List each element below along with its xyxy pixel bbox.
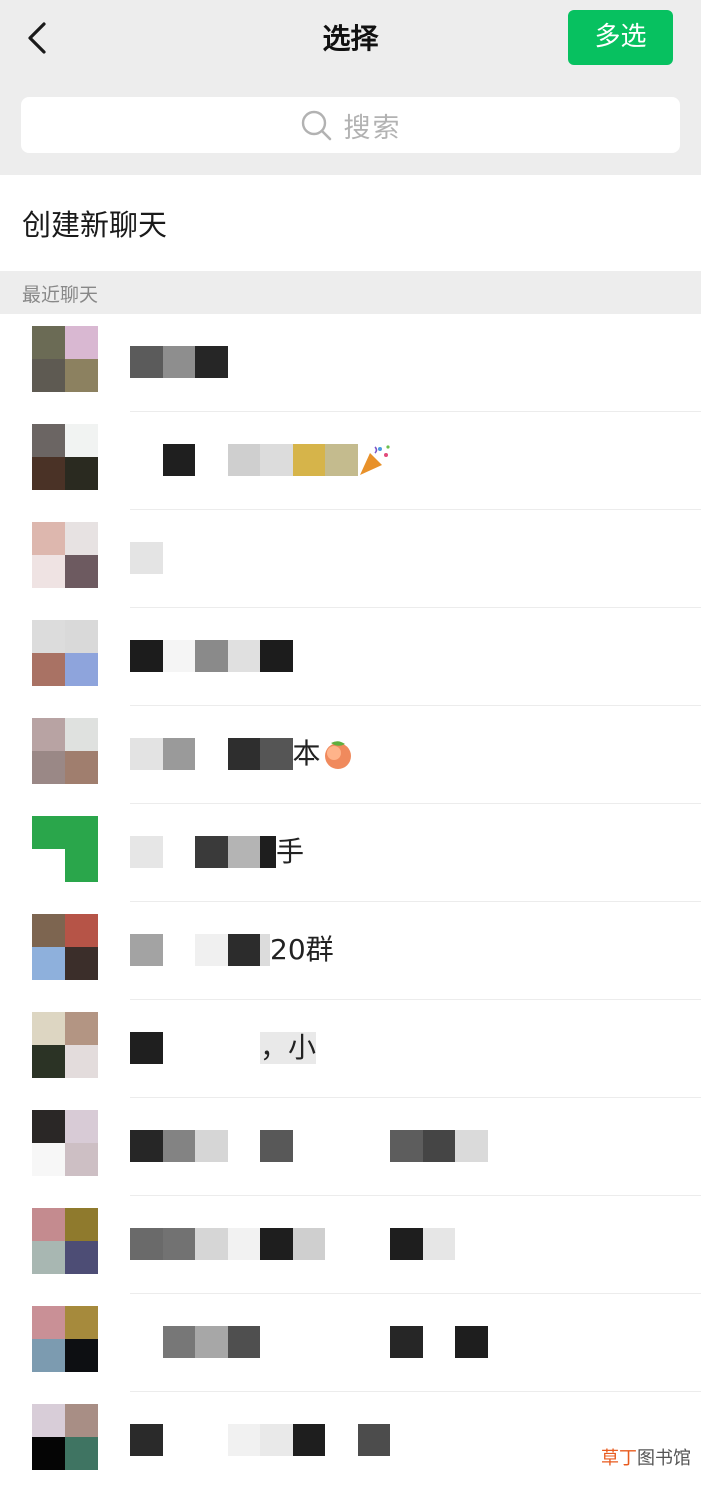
chat-item[interactable] (0, 608, 701, 706)
chat-name-text: 20群 (270, 933, 334, 966)
search-icon (301, 110, 331, 141)
avatar (32, 914, 98, 980)
peach-icon (324, 741, 351, 769)
chat-name (130, 1324, 488, 1360)
avatar (32, 326, 98, 392)
search-input[interactable]: 搜索 (21, 97, 680, 153)
chat-name: ，小 (130, 1030, 317, 1066)
chat-name (130, 1422, 390, 1458)
chat-item[interactable]: 手 (0, 804, 701, 902)
chat-name (130, 442, 392, 478)
chat-name: 本 (130, 736, 355, 772)
avatar (32, 718, 98, 784)
chat-item[interactable] (0, 412, 701, 510)
avatar (32, 620, 98, 686)
watermark-rest: 图书馆 (637, 1448, 691, 1469)
avatar (32, 1306, 98, 1372)
chat-name (130, 540, 163, 576)
recent-chats-label: 最近聊天 (22, 284, 99, 306)
chat-name (130, 1226, 455, 1262)
chat-item[interactable]: ，小 (0, 1000, 701, 1098)
create-new-chat-label: 创建新聊天 (22, 208, 168, 242)
avatar (32, 424, 98, 490)
recent-chats-header: 最近聊天 (0, 271, 701, 314)
chat-name: 手 (130, 834, 304, 870)
avatar (32, 1012, 98, 1078)
watermark: 草丁图书馆 (601, 1446, 691, 1472)
chat-item[interactable] (0, 1392, 701, 1490)
multi-select-button[interactable]: 多选 (568, 10, 673, 65)
chat-name-text: 手 (276, 835, 305, 868)
avatar (32, 816, 98, 882)
create-new-chat-item[interactable]: 创建新聊天 (0, 175, 701, 271)
avatar (32, 522, 98, 588)
chat-item[interactable] (0, 1196, 701, 1294)
chat-item[interactable] (0, 314, 701, 412)
chat-name-text: ，小 (260, 1031, 317, 1064)
chat-name (130, 344, 228, 380)
chat-name-text: 本 (292, 737, 321, 770)
watermark-accent: 草丁 (601, 1448, 637, 1469)
avatar (32, 1208, 98, 1274)
chat-item[interactable]: 本 (0, 706, 701, 804)
avatar (32, 1404, 98, 1470)
avatar (32, 1110, 98, 1176)
chat-item[interactable] (0, 1098, 701, 1196)
party-popper-icon (359, 445, 390, 475)
chat-name (130, 1128, 488, 1164)
chat-item[interactable] (0, 1294, 701, 1392)
search-placeholder: 搜索 (343, 112, 402, 144)
chat-name (130, 638, 293, 674)
top-bar: 选择 多选 搜索 (0, 0, 701, 175)
chat-item[interactable] (0, 510, 701, 608)
chat-name: 20群 (130, 932, 334, 968)
chat-item[interactable]: 20群 (0, 902, 701, 1000)
